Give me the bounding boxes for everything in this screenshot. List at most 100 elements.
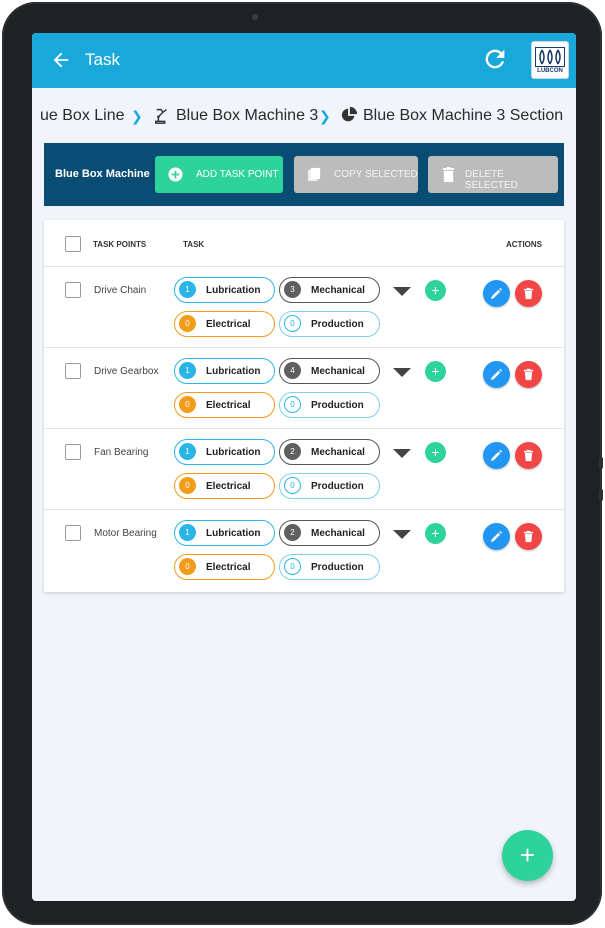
page-title: Task [85,50,120,69]
chip-label: Production [311,562,364,573]
chip-count: 1 [179,524,196,541]
company-logo: LUBCON [531,41,569,79]
chip-label: Production [311,481,364,492]
chip-count: 4 [284,362,301,379]
chip-mechanical[interactable]: 2 Mechanical [279,520,380,546]
chip-lubrication[interactable]: 1 Lubrication [174,358,275,384]
chip-label: Mechanical [311,528,365,539]
expand-caret-icon[interactable] [393,368,411,377]
edit-button[interactable] [483,280,510,307]
chip-lubrication[interactable]: 1 Lubrication [174,520,275,546]
chip-mechanical[interactable]: 4 Mechanical [279,358,380,384]
task-point-name: Motor Bearing [94,528,157,539]
logo-mark-icon [535,46,565,67]
refresh-icon[interactable] [481,45,509,73]
row-checkbox[interactable] [65,363,81,379]
chip-label: Mechanical [311,447,365,458]
add-task-point-label: ADD TASK POINT [196,169,279,180]
logo-text: LUBCON [537,67,563,74]
chip-mechanical[interactable]: 3 Mechanical [279,277,380,303]
expand-caret-icon[interactable] [393,530,411,539]
chevron-right-icon: ❯ [319,108,331,124]
delete-button[interactable] [515,442,542,469]
trash-icon [442,167,455,182]
chip-production[interactable]: 0 Production [279,392,380,418]
pencil-icon [490,368,503,381]
chip-label: Production [311,319,364,330]
task-points-table: TASK POINTS TASK ACTIONS Drive Chain 1 L… [44,220,564,592]
edit-button[interactable] [483,442,510,469]
breadcrumb-item-line[interactable]: ue Box Line [40,107,125,125]
row-checkbox[interactable] [65,444,81,460]
chip-production[interactable]: 0 Production [279,311,380,337]
chip-label: Lubrication [206,528,261,539]
plus-icon: + [519,840,536,870]
task-point-name: Drive Chain [94,285,147,296]
delete-button[interactable] [515,280,542,307]
add-task-button[interactable]: + [425,280,446,301]
chip-label: Production [311,400,364,411]
table-row: Fan Bearing 1 Lubrication 2 Mechanical +… [44,428,564,509]
copy-selected-label: COPY SELECTED [334,169,418,180]
chip-label: Lubrication [206,285,261,296]
add-task-button[interactable]: + [425,361,446,382]
trash-icon [523,449,534,462]
breadcrumb-item-section[interactable]: Blue Box Machine 3 Section [363,107,563,125]
app-bar: Task LUBCON [32,33,576,88]
breadcrumb-item-machine[interactable]: Blue Box Machine 3 [176,107,318,125]
chip-count: 1 [179,281,196,298]
task-toolbar: Blue Box Machine 3 : ADD TASK POINT COPY… [44,143,564,206]
volume-button [599,457,603,469]
chip-count: 0 [179,396,196,413]
delete-button[interactable] [515,361,542,388]
edit-button[interactable] [483,361,510,388]
chip-lubrication[interactable]: 1 Lubrication [174,439,275,465]
chip-label: Lubrication [206,447,261,458]
chip-electrical[interactable]: 0 Electrical [174,311,275,337]
header-actions: ACTIONS [506,240,542,249]
add-task-point-button[interactable]: ADD TASK POINT [155,156,283,193]
chip-lubrication[interactable]: 1 Lubrication [174,277,275,303]
arrow-left-icon[interactable] [50,49,72,71]
edit-button[interactable] [483,523,510,550]
chip-electrical[interactable]: 0 Electrical [174,473,275,499]
row-checkbox[interactable] [65,525,81,541]
trash-icon [523,287,534,300]
add-task-button[interactable]: + [425,442,446,463]
chip-mechanical[interactable]: 2 Mechanical [279,439,380,465]
chip-count: 0 [179,315,196,332]
tablet-frame: Task LUBCON ue Box Line ❯ Blue Box Machi… [2,2,603,925]
copy-selected-button[interactable]: COPY SELECTED [294,156,418,193]
pencil-icon [490,287,503,300]
chevron-right-icon: ❯ [131,108,143,124]
expand-caret-icon[interactable] [393,449,411,458]
add-fab-button[interactable]: + [502,830,553,881]
task-point-name: Drive Gearbox [94,366,159,377]
chip-count: 2 [284,443,301,460]
header-task-points: TASK POINTS [93,240,147,249]
row-checkbox[interactable] [65,282,81,298]
add-task-button[interactable]: + [425,523,446,544]
copy-icon [307,167,321,182]
pie-chart-icon [341,106,358,122]
chip-count: 0 [284,396,301,413]
chip-label: Electrical [206,319,251,330]
chip-label: Lubrication [206,366,261,377]
chip-count: 0 [179,477,196,494]
delete-button[interactable] [515,523,542,550]
app-screen: Task LUBCON ue Box Line ❯ Blue Box Machi… [32,33,576,901]
expand-caret-icon[interactable] [393,287,411,296]
chip-count: 0 [284,558,301,575]
select-all-checkbox[interactable] [65,236,81,252]
delete-selected-button[interactable]: DELETE SELECTED [428,156,558,193]
chip-label: Mechanical [311,366,365,377]
task-point-name: Fan Bearing [94,447,149,458]
chip-production[interactable]: 0 Production [279,473,380,499]
table-row: Motor Bearing 1 Lubrication 2 Mechanical… [44,509,564,590]
chip-electrical[interactable]: 0 Electrical [174,554,275,580]
chip-production[interactable]: 0 Production [279,554,380,580]
chip-electrical[interactable]: 0 Electrical [174,392,275,418]
pencil-icon [490,449,503,462]
header-task: TASK [183,240,205,249]
toolbar-title: Blue Box Machine 3 : [55,168,153,180]
